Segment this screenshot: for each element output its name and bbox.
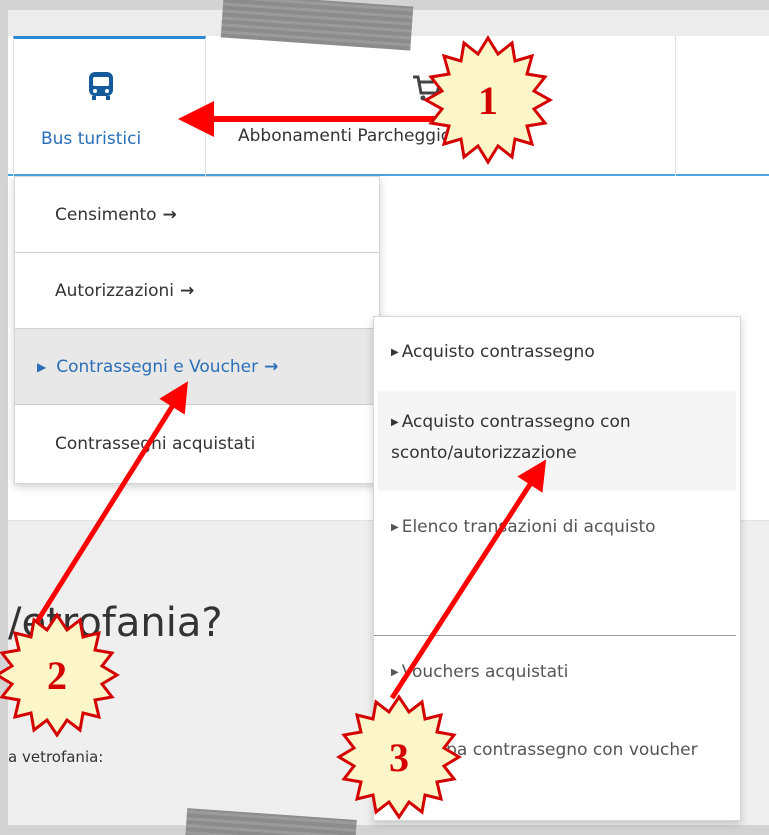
tab-label: Abbonamenti Parcheggio Guidoni — [238, 126, 522, 146]
arrow-right-icon: → — [264, 356, 279, 377]
caret-right-icon: ▶ — [391, 417, 399, 428]
caret-right-icon: ▶ — [391, 667, 399, 678]
submenu-item-label: Elenco transazioni di acquisto — [401, 517, 656, 537]
bus-icon — [84, 69, 118, 111]
caret-right-icon: ▶ — [37, 359, 47, 374]
caret-right-icon: ▶ — [391, 347, 399, 358]
bus-turistici-dropdown: Censimento → Autorizzazioni → ▶ Contrass… — [14, 176, 380, 484]
arrow-right-icon: → — [162, 204, 177, 225]
caret-right-icon: ▶ — [391, 745, 399, 756]
tab-label: Bus turistici — [41, 129, 142, 149]
tab-abbonamenti[interactable]: Abbonamenti Parcheggio Guidoni — [206, 36, 676, 176]
tab-bus-turistici[interactable]: Bus turistici — [13, 36, 206, 176]
menu-item-label: Contrassegni acquistati — [55, 434, 256, 454]
menu-item-label: Censimento — [55, 204, 157, 225]
submenu-item-vouchers-acquistati[interactable]: ▶ Vouchers acquistati — [374, 657, 740, 688]
submenu-item-acquisto-contrassegno[interactable]: ▶ Acquisto contrassegno — [374, 337, 740, 368]
submenu-item-elenco-transazioni[interactable]: ▶ Elenco transazioni di acquisto — [374, 512, 740, 543]
submenu-item-label: Acquisto contrassegno — [401, 342, 595, 362]
main-nav-tabs: Bus turistici Abbonamenti Parcheggio Gui… — [8, 36, 769, 176]
page-subtext: a vetrofania: — [8, 748, 104, 766]
menu-item-label: Contrassegni e Voucher — [56, 356, 259, 377]
menu-item-censimento[interactable]: Censimento → — [15, 177, 379, 253]
submenu-divider — [374, 635, 736, 636]
menu-item-contrassegni-voucher[interactable]: ▶ Contrassegni e Voucher → — [15, 329, 379, 405]
menu-item-label: Autorizzazioni — [55, 280, 174, 301]
submenu-item-label: Vouchers acquistati — [401, 662, 569, 682]
page-heading: /etrofania? — [8, 600, 223, 646]
cart-icon — [411, 72, 443, 111]
submenu-item-stampa-contrassegno[interactable]: ▶ Stampa contrassegno con voucher — [374, 735, 740, 766]
arrow-right-icon: → — [180, 280, 195, 301]
submenu-item-label: Acquisto contrassegno con sconto/autoriz… — [391, 412, 631, 463]
menu-item-contrassegni-acquistati[interactable]: Contrassegni acquistati — [15, 405, 379, 483]
contrassegni-voucher-submenu: ▶ Acquisto contrassegno ▶ Acquisto contras… — [373, 316, 741, 821]
menu-item-autorizzazioni[interactable]: Autorizzazioni → — [15, 253, 379, 329]
submenu-item-label: Stampa contrassegno con voucher — [401, 740, 698, 760]
caret-right-icon: ▶ — [391, 522, 399, 533]
submenu-item-acquisto-sconto[interactable]: ▶ Acquisto contrassegno con sconto/autori… — [378, 391, 736, 491]
